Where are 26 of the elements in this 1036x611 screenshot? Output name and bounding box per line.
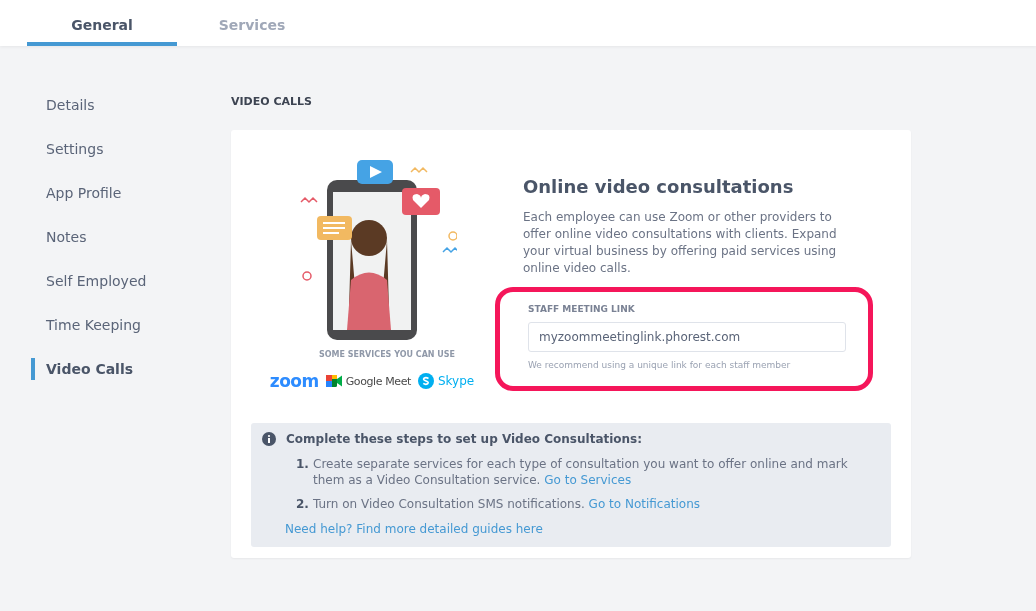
sidebar-item[interactable]: Settings: [27, 138, 200, 160]
description-text: Each employee can use Zoom or other providers to offer online video consultations with clients. Expand your virtual business by offering paid services using online video calls.: [523, 209, 838, 277]
step-number: 2.: [296, 496, 310, 512]
services-caption: SOME SERVICES YOU CAN USE: [318, 350, 456, 359]
step-text: Create separate services for each type of consultation you want to offer online and mark them as a Video Consultation service. Go to Services: [313, 456, 849, 488]
sidebar-item[interactable]: Video Calls: [31, 358, 200, 380]
service-name: Skype: [437, 374, 475, 388]
card-heading: Online video consultations: [523, 176, 795, 197]
service-name: Google Meet: [345, 374, 411, 388]
step-text: Turn on Video Consultation SMS notifications. Go to Notifications: [313, 496, 702, 512]
field-hint: We recommend using a unique link for each staff member: [528, 360, 792, 370]
sidebar-item[interactable]: Details: [27, 94, 200, 116]
tab[interactable]: General: [27, 0, 177, 46]
sidebar-item[interactable]: Time Keeping: [27, 314, 200, 336]
steps-title: Complete these steps to set up Video Consultations:: [286, 432, 643, 446]
video-camera-icon: [325, 374, 342, 388]
step-number: 1.: [296, 456, 310, 473]
info-icon: [262, 432, 276, 446]
sidebar-item[interactable]: Self Employed: [27, 270, 200, 292]
section-title: VIDEO CALLS: [231, 95, 313, 109]
zoom-logo-text: zoom: [269, 371, 319, 391]
letter-s-circle-icon: [417, 373, 434, 389]
meeting-link-field[interactable]: myzoommeetinglink.phorest.com: [528, 322, 846, 352]
sidebar-item[interactable]: App Profile: [27, 182, 200, 204]
sidebar-item[interactable]: Notes: [27, 226, 200, 248]
field-label: STAFF MEETING LINK: [528, 304, 636, 314]
